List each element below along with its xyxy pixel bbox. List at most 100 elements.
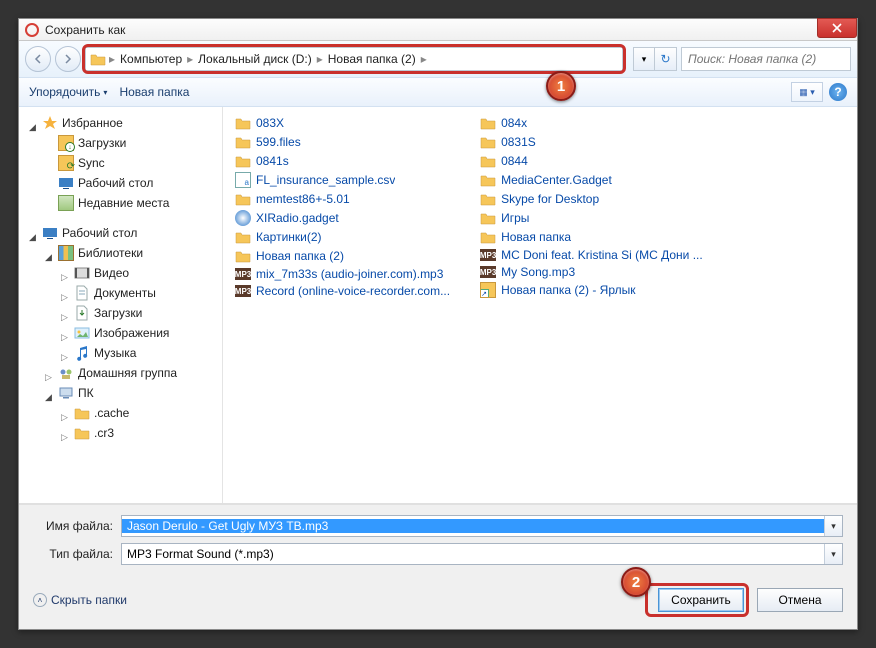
folder-icon — [74, 405, 90, 421]
tree-item[interactable]: Музыка — [23, 343, 218, 363]
file-name: My Song.mp3 — [501, 265, 575, 279]
forward-button[interactable] — [55, 46, 81, 72]
back-button[interactable] — [25, 46, 51, 72]
tree-item[interactable]: Видео — [23, 263, 218, 283]
file-item[interactable]: MP3Record (online-voice-recorder.com... — [235, 284, 450, 298]
folder-icon — [480, 134, 496, 150]
file-item[interactable]: Новая папка (2) - Ярлык — [480, 282, 703, 298]
pictures-icon — [74, 325, 90, 341]
filename-dropdown-button[interactable]: ▾ — [824, 516, 842, 536]
chevron-right-icon: ▸ — [187, 52, 193, 66]
expand-icon[interactable] — [29, 119, 38, 128]
file-item[interactable]: XIRadio.gadget — [235, 210, 450, 226]
organize-button[interactable]: Упорядочить ▾ — [29, 85, 107, 99]
tree-item[interactable]: ПК — [23, 383, 218, 403]
file-item[interactable]: Skype for Desktop — [480, 191, 703, 207]
tree-item[interactable]: Избранное — [23, 113, 218, 133]
tree-item[interactable]: Рабочий стол — [23, 173, 218, 193]
expand-icon[interactable] — [61, 429, 70, 438]
mp3-file-icon: MP3 — [480, 249, 496, 261]
tree-item-label: Недавние места — [78, 196, 169, 210]
file-name: MediaCenter.Gadget — [501, 173, 612, 187]
desktop-icon — [58, 175, 74, 191]
refresh-button[interactable]: ↻ — [655, 47, 677, 71]
file-item[interactable]: 0831S — [480, 134, 703, 150]
folder-tree[interactable]: ИзбранноеЗагрузкиSyncРабочий столНедавни… — [19, 107, 223, 503]
file-item[interactable]: 083X — [235, 115, 450, 131]
tree-item-label: Домашняя группа — [78, 366, 177, 380]
tree-item[interactable]: Недавние места — [23, 193, 218, 213]
tree-item[interactable]: .cache — [23, 403, 218, 423]
chevron-right-icon: ▸ — [317, 52, 323, 66]
toolbar: Упорядочить ▾ Новая папка ▦ ▾ ? — [19, 77, 857, 107]
folder-icon — [480, 191, 496, 207]
expand-icon[interactable] — [61, 269, 70, 278]
file-item[interactable]: Игры — [480, 210, 703, 226]
gadget-icon — [235, 210, 251, 226]
expand-icon[interactable] — [61, 289, 70, 298]
filetype-select[interactable]: MP3 Format Sound (*.mp3) ▾ — [121, 543, 843, 565]
file-name: memtest86+-5.01 — [256, 192, 350, 206]
filetype-dropdown-button[interactable]: ▾ — [824, 544, 842, 564]
tree-item-label: Рабочий стол — [62, 226, 137, 240]
chevron-up-icon: ˄ — [33, 593, 47, 607]
expand-icon[interactable] — [61, 309, 70, 318]
tree-item[interactable]: .cr3 — [23, 423, 218, 443]
file-item[interactable]: MediaCenter.Gadget — [480, 172, 703, 188]
tree-item[interactable]: Домашняя группа — [23, 363, 218, 383]
file-item[interactable]: MP3mix_7m33s (audio-joiner.com).mp3 — [235, 267, 450, 281]
expand-icon[interactable] — [45, 369, 54, 378]
file-item[interactable]: FL_insurance_sample.csv — [235, 172, 450, 188]
cancel-button[interactable]: Отмена — [757, 588, 843, 612]
save-button[interactable]: Сохранить — [658, 588, 744, 612]
expand-icon[interactable] — [45, 249, 54, 258]
tree-item[interactable]: Библиотеки — [23, 243, 218, 263]
expand-icon[interactable] — [29, 229, 38, 238]
file-item[interactable]: 599.files — [235, 134, 450, 150]
navigation-bar: ▸ Компьютер ▸ Локальный диск (D:) ▸ Нова… — [19, 41, 857, 77]
tree-item[interactable]: Загрузки — [23, 303, 218, 323]
tree-item[interactable]: Рабочий стол — [23, 223, 218, 243]
expand-icon[interactable] — [45, 389, 54, 398]
view-options-button[interactable]: ▦ ▾ — [791, 82, 823, 102]
new-folder-button[interactable]: Новая папка — [119, 85, 189, 99]
file-item[interactable]: 084x — [480, 115, 703, 131]
expand-icon[interactable] — [61, 329, 70, 338]
search-input[interactable] — [686, 51, 847, 67]
filetype-value: MP3 Format Sound (*.mp3) — [122, 547, 824, 561]
filename-value[interactable]: Jason Derulo - Get Ugly МУЗ ТВ.mp3 — [122, 519, 824, 533]
file-item[interactable]: Картинки(2) — [235, 229, 450, 245]
breadcrumb-segment[interactable]: Новая папка (2) — [326, 52, 418, 66]
close-button[interactable] — [817, 18, 857, 38]
tree-item[interactable]: Изображения — [23, 323, 218, 343]
file-item[interactable]: 0841s — [235, 153, 450, 169]
breadcrumb-segment[interactable]: Локальный диск (D:) — [196, 52, 314, 66]
file-name: 599.files — [256, 135, 301, 149]
filetype-label: Тип файла: — [33, 547, 113, 561]
sync-folder-icon — [58, 155, 74, 171]
file-item[interactable]: MP3MC Doni feat. Kristina Si (МС Дони ..… — [480, 248, 703, 262]
file-item[interactable]: 0844 — [480, 153, 703, 169]
file-item[interactable]: memtest86+-5.01 — [235, 191, 450, 207]
expand-icon[interactable] — [61, 349, 70, 358]
tree-item[interactable]: Загрузки — [23, 133, 218, 153]
expand-icon[interactable] — [61, 409, 70, 418]
file-item[interactable]: MP3My Song.mp3 — [480, 265, 703, 279]
search-box[interactable] — [681, 47, 851, 71]
tree-item[interactable]: Документы — [23, 283, 218, 303]
file-item[interactable]: Новая папка — [480, 229, 703, 245]
folder-icon — [480, 172, 496, 188]
file-list[interactable]: 083X 599.files 0841s FL_insurance_sample.cs… — [223, 107, 857, 503]
folder-icon — [235, 134, 251, 150]
breadcrumb-segment[interactable]: Компьютер — [118, 52, 184, 66]
file-item[interactable]: Новая папка (2) — [235, 248, 450, 264]
hide-folders-button[interactable]: ˄ Скрыть папки — [33, 593, 127, 607]
filename-input[interactable]: Jason Derulo - Get Ugly МУЗ ТВ.mp3 ▾ — [121, 515, 843, 537]
tree-item[interactable]: Sync — [23, 153, 218, 173]
help-button[interactable]: ? — [829, 83, 847, 101]
file-name: mix_7m33s (audio-joiner.com).mp3 — [256, 267, 443, 281]
annotation-badge-2: 2 — [621, 567, 651, 597]
favorites-icon — [42, 115, 58, 131]
history-dropdown-button[interactable]: ▾ — [633, 47, 655, 71]
address-bar[interactable]: ▸ Компьютер ▸ Локальный диск (D:) ▸ Нова… — [85, 47, 623, 71]
